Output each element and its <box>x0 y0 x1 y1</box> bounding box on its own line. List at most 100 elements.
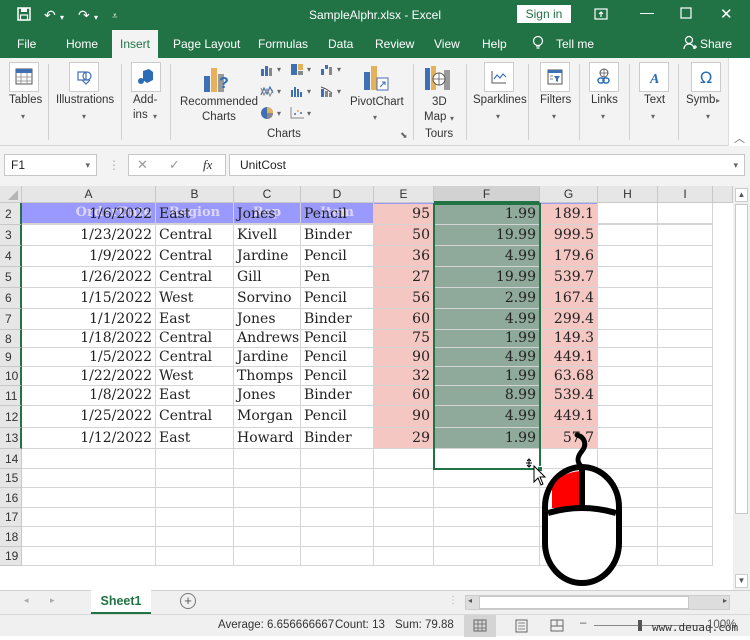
empty-cell[interactable] <box>156 488 234 508</box>
empty-cell[interactable] <box>374 449 434 469</box>
scroll-up-icon[interactable]: ▲ <box>735 188 748 202</box>
empty-cell[interactable] <box>434 547 540 566</box>
row-header-6[interactable]: 6 <box>0 288 22 309</box>
filters-button[interactable] <box>540 62 570 92</box>
scroll-right-icon[interactable]: ▸ <box>723 596 727 605</box>
empty-cell[interactable] <box>374 547 434 566</box>
row-header-4[interactable]: 4 <box>0 246 22 267</box>
row-header-19[interactable]: 19 <box>0 547 22 566</box>
name-box-dropdown-icon[interactable]: ▾ <box>85 155 90 175</box>
empty-cell[interactable] <box>658 348 713 367</box>
data-cell-unitcost[interactable]: 4.99 <box>434 406 540 428</box>
data-cell-unitcost[interactable]: 19.99 <box>434 267 540 288</box>
empty-cell[interactable] <box>434 508 540 527</box>
hierarchy-chart-dropdown-icon[interactable]: ▾ <box>307 65 311 74</box>
empty-cell[interactable] <box>434 527 540 547</box>
horizontal-scrollbar[interactable]: ◂ ▸ <box>465 595 730 610</box>
sign-in-button[interactable]: Sign in <box>517 5 571 23</box>
data-cell-item[interactable]: Binder <box>301 225 374 246</box>
data-cell-total[interactable]: 179.6 <box>540 246 598 267</box>
data-cell-rep[interactable]: Jardine <box>234 348 301 367</box>
empty-cell[interactable] <box>658 204 713 225</box>
data-cell-item[interactable]: Pencil <box>301 406 374 428</box>
data-cell-units[interactable]: 90 <box>374 348 434 367</box>
data-cell-orderdate[interactable]: 1/6/2022 <box>22 204 156 225</box>
column-header-b[interactable]: B <box>156 186 234 203</box>
empty-cell[interactable] <box>658 406 713 428</box>
data-cell-unitcost[interactable]: 19.99 <box>434 225 540 246</box>
zoom-out-icon[interactable]: – <box>580 617 586 629</box>
empty-cell[interactable] <box>598 330 658 348</box>
empty-cell[interactable] <box>598 204 658 225</box>
empty-cell[interactable] <box>658 449 713 469</box>
data-cell-item[interactable]: Pen <box>301 267 374 288</box>
column-header-i[interactable]: I <box>658 186 713 203</box>
data-cell-unitcost[interactable]: 1.99 <box>434 367 540 386</box>
name-box[interactable]: F1 ▾ <box>4 154 97 176</box>
empty-cell[interactable] <box>22 488 156 508</box>
waterfall-chart-dropdown-icon[interactable]: ▾ <box>337 65 341 74</box>
tab-insert[interactable]: Insert <box>112 30 159 58</box>
waterfall-chart-icon[interactable] <box>320 63 334 75</box>
empty-cell[interactable] <box>598 225 658 246</box>
data-cell-region[interactable]: West <box>156 288 234 309</box>
scroll-left-icon[interactable]: ◂ <box>468 596 472 605</box>
minimize-icon[interactable]: — <box>640 4 654 20</box>
tab-split-grip-icon[interactable]: ⋮ <box>448 595 458 606</box>
symbols-dropdown-icon[interactable]: ▾ <box>706 112 710 121</box>
combo-chart-icon[interactable] <box>320 85 334 97</box>
column-header-a[interactable]: A <box>22 186 156 203</box>
addins-button[interactable] <box>131 62 161 92</box>
illustrations-dropdown-icon[interactable]: ▾ <box>82 112 86 121</box>
data-cell-rep[interactable]: Gill <box>234 267 301 288</box>
row-header-16[interactable]: 16 <box>0 488 22 508</box>
column-chart-dropdown-icon[interactable]: ▾ <box>277 65 281 74</box>
ribbon-display-icon[interactable] <box>594 7 608 23</box>
empty-cell[interactable] <box>156 508 234 527</box>
combo-chart-dropdown-icon[interactable]: ▾ <box>337 87 341 96</box>
empty-cell[interactable] <box>598 348 658 367</box>
formula-input[interactable]: UnitCost ▾ <box>229 154 745 176</box>
formula-bar-grip-icon[interactable]: ⋮ <box>108 158 120 172</box>
empty-cell[interactable] <box>658 488 713 508</box>
data-cell-region[interactable]: Central <box>156 406 234 428</box>
data-cell-units[interactable]: 56 <box>374 288 434 309</box>
empty-cell[interactable] <box>434 488 540 508</box>
data-cell-total[interactable]: 63.68 <box>540 367 598 386</box>
insert-function-icon[interactable]: fx <box>203 157 212 173</box>
data-cell-item[interactable]: Binder <box>301 309 374 330</box>
scroll-down-icon[interactable]: ▼ <box>735 574 748 588</box>
data-cell-unitcost[interactable]: 4.99 <box>434 246 540 267</box>
row-header-2[interactable]: 2 <box>0 204 22 225</box>
column-header-d[interactable]: D <box>301 186 374 203</box>
empty-cell[interactable] <box>301 449 374 469</box>
sheet-tab-sheet1[interactable]: Sheet1 <box>91 590 151 614</box>
data-cell-item[interactable]: Pencil <box>301 330 374 348</box>
symbols-more-icon[interactable]: ▸ <box>716 96 720 105</box>
data-cell-rep[interactable]: Howard <box>234 428 301 449</box>
normal-view-button[interactable] <box>464 615 496 637</box>
tab-page-layout[interactable]: Page Layout <box>173 30 240 58</box>
empty-cell[interactable] <box>301 547 374 566</box>
empty-cell[interactable] <box>658 267 713 288</box>
data-cell-units[interactable]: 60 <box>374 309 434 330</box>
empty-cell[interactable] <box>301 508 374 527</box>
data-cell-item[interactable]: Pencil <box>301 367 374 386</box>
empty-cell[interactable] <box>22 449 156 469</box>
data-cell-unitcost[interactable]: 1.99 <box>434 428 540 449</box>
data-cell-units[interactable]: 75 <box>374 330 434 348</box>
tab-help[interactable]: Help <box>482 30 507 58</box>
data-cell-rep[interactable]: Morgan <box>234 406 301 428</box>
row-header-17[interactable]: 17 <box>0 508 22 527</box>
cancel-formula-icon[interactable]: ✕ <box>137 157 148 173</box>
empty-cell[interactable] <box>658 246 713 267</box>
empty-cell[interactable] <box>658 527 713 547</box>
data-cell-region[interactable]: East <box>156 309 234 330</box>
data-cell-item[interactable]: Pencil <box>301 348 374 367</box>
row-header-12[interactable]: 12 <box>0 406 22 428</box>
data-cell-units[interactable]: 90 <box>374 406 434 428</box>
empty-cell[interactable] <box>22 547 156 566</box>
tab-view[interactable]: View <box>434 30 460 58</box>
row-header-5[interactable]: 5 <box>0 267 22 288</box>
data-cell-rep[interactable]: Kivell <box>234 225 301 246</box>
